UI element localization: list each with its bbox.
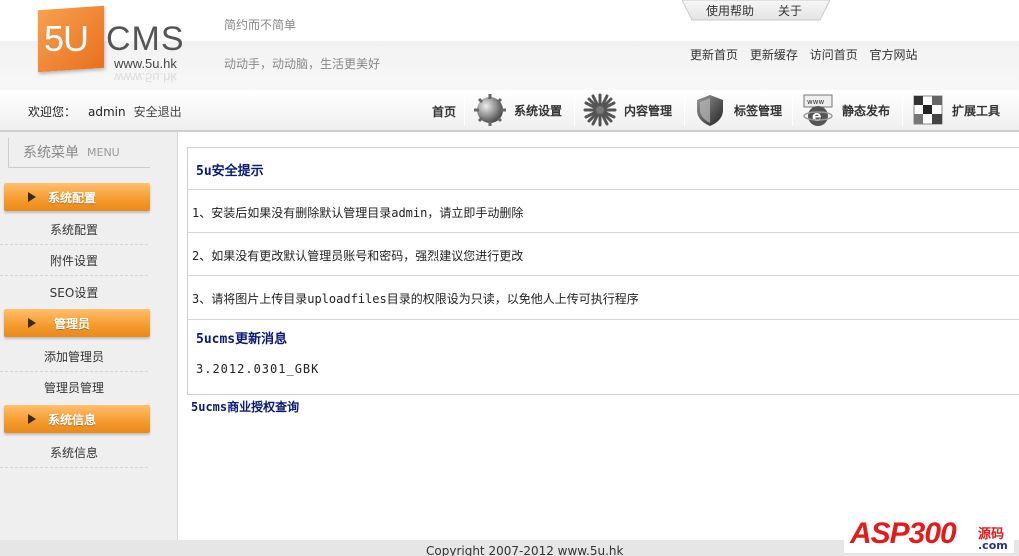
sidebar-item-manage-admins[interactable]: 管理员管理 xyxy=(0,373,148,403)
help-tab: 使用帮助 关于 xyxy=(682,0,830,22)
logo-url: www.5u.hk xyxy=(114,56,177,71)
tip-text: 1、安装后如果没有删除默认管理目录admin，请立即手动删除 xyxy=(192,206,524,220)
sidebar-item-seo-settings[interactable]: SEO设置 xyxy=(0,278,148,308)
security-title-row: 5u安全提示 xyxy=(188,148,1019,190)
nav-divider xyxy=(574,96,575,126)
update-cache-link[interactable]: 更新缓存 xyxy=(750,48,798,62)
nav-static-publish-label: 静态发布 xyxy=(842,103,891,118)
sidebar-group-label: 管理员 xyxy=(54,317,91,331)
watermark-domain: .com xyxy=(978,539,1008,552)
tip-row: 2、如果没有更改默认管理员账号和密码，强烈建议您进行更改 xyxy=(188,233,1019,276)
main-content: 5u安全提示 1、安装后如果没有删除默认管理目录admin，请立即手动删除 2、… xyxy=(187,147,1019,395)
nav-tag-management[interactable]: 标签管理 xyxy=(692,92,782,128)
help-link[interactable]: 使用帮助 xyxy=(706,2,754,19)
about-link[interactable]: 关于 xyxy=(778,2,802,19)
update-title: 5ucms更新消息 xyxy=(196,332,288,347)
sidebar-item-attachment-settings[interactable]: 附件设置 xyxy=(0,246,148,276)
logout-link[interactable]: 安全退出 xyxy=(134,105,182,119)
nav-divider xyxy=(792,96,793,126)
update-section: 5ucms更新消息 3.2012.0301_GBK xyxy=(188,320,1019,395)
top-navbar: 欢迎您： admin 安全退出 首页 系统设置 内容管理 标签管理 www e … xyxy=(0,90,1019,132)
welcome-area: 欢迎您： admin 安全退出 xyxy=(28,103,182,120)
nav-divider xyxy=(902,96,903,126)
logo-url-reflection: www.5u.hk xyxy=(114,70,177,85)
ie-web-icon: www e xyxy=(803,94,833,126)
nav-content-management-label: 内容管理 xyxy=(624,103,673,118)
logo[interactable]: 5U CMS www.5u.hk www.5u.hk xyxy=(38,5,198,88)
gear-sphere-icon xyxy=(474,94,506,126)
official-site-link[interactable]: 官方网站 xyxy=(870,48,918,62)
sidebar-group-admins[interactable]: 管理员 xyxy=(4,309,150,337)
tip-text: 3、请将图片上传目录uploadfiles目录的权限设为只读，以免他人上传可执行… xyxy=(192,292,639,306)
slogan-top: 简约而不简单 xyxy=(224,18,297,32)
logo-mark: 5U xyxy=(44,18,89,59)
checker-grid-icon xyxy=(913,95,943,125)
sidebar-group-label: 系统配置 xyxy=(48,191,97,205)
watermark-logo: ASP300 源码 .com xyxy=(844,501,1014,553)
sidebar-group-system-info[interactable]: 系统信息 xyxy=(4,405,150,433)
nav-home[interactable]: 首页 xyxy=(432,103,456,120)
play-arrow-icon xyxy=(28,318,36,328)
tip-row: 3、请将图片上传目录uploadfiles目录的权限设为只读，以免他人上传可执行… xyxy=(188,276,1019,320)
header: 5U CMS www.5u.hk www.5u.hk 简约而不简单 动动手，动动… xyxy=(0,0,1019,90)
nav-extension-tools[interactable]: 扩展工具 xyxy=(910,92,1000,128)
license-query-link[interactable]: 5ucms商业授权查询 xyxy=(191,398,299,415)
sidebar: 系统菜单 MENU 系统配置 系统配置 附件设置 SEO设置 管理员 添加管理员… xyxy=(0,132,178,540)
nav-divider xyxy=(464,96,465,126)
copyright: Copyright 2007-2012 www.5u.hk xyxy=(426,544,624,556)
svg-text:www: www xyxy=(807,98,824,106)
tip-row: 1、安装后如果没有删除默认管理目录admin，请立即手动删除 xyxy=(188,190,1019,233)
sidebar-item-system-config[interactable]: 系统配置 xyxy=(0,215,148,245)
logo-brand: CMS xyxy=(106,20,185,58)
nav-static-publish[interactable]: www e 静态发布 xyxy=(800,92,890,128)
sidebar-title: 系统菜单 MENU xyxy=(8,138,150,168)
visit-home-link[interactable]: 访问首页 xyxy=(810,48,858,62)
watermark-brand: ASP300 xyxy=(850,517,957,550)
sidebar-title-text: 系统菜单 xyxy=(23,145,79,161)
nav-system-settings[interactable]: 系统设置 xyxy=(472,92,562,128)
nav-content-management[interactable]: 内容管理 xyxy=(582,92,672,128)
sidebar-title-en: MENU xyxy=(87,146,120,159)
sidebar-group-system-config[interactable]: 系统配置 xyxy=(4,183,150,211)
nav-system-settings-label: 系统设置 xyxy=(514,103,563,118)
nav-extension-tools-label: 扩展工具 xyxy=(952,103,1001,118)
sidebar-item-system-info[interactable]: 系统信息 xyxy=(0,438,148,468)
nav-divider xyxy=(684,96,685,126)
nav-tag-management-label: 标签管理 xyxy=(734,103,783,118)
version-text: 3.2012.0301_GBK xyxy=(196,362,320,376)
tip-text: 2、如果没有更改默认管理员账号和密码，强烈建议您进行更改 xyxy=(192,249,524,263)
security-title: 5u安全提示 xyxy=(196,164,264,179)
starburst-icon xyxy=(583,93,617,127)
slogan-bottom: 动动手，动动脑，生活更美好 xyxy=(224,57,381,71)
play-arrow-icon xyxy=(28,192,36,202)
username: admin xyxy=(88,105,126,119)
shield-icon xyxy=(697,95,723,126)
play-arrow-icon xyxy=(28,414,36,424)
sidebar-item-add-admin[interactable]: 添加管理员 xyxy=(0,342,148,372)
sidebar-group-label: 系统信息 xyxy=(48,413,97,427)
quick-links: 更新首页 更新缓存 访问首页 官方网站 xyxy=(690,46,926,63)
welcome-label: 欢迎您： xyxy=(28,105,77,119)
update-home-link[interactable]: 更新首页 xyxy=(690,48,738,62)
